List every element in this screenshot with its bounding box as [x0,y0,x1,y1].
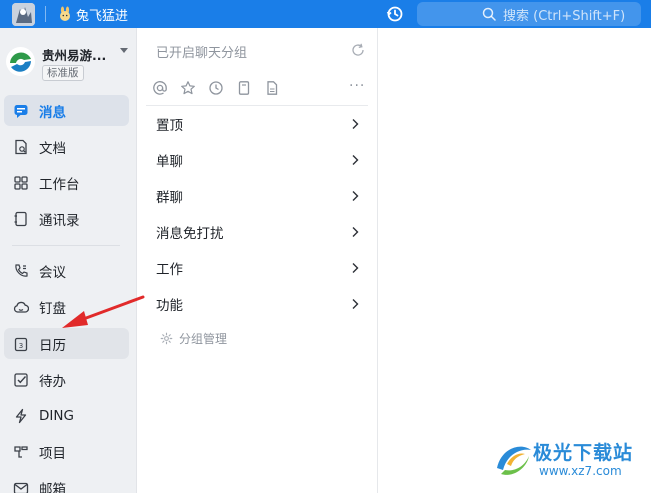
search-placeholder: 搜索 (Ctrl+Shift+F) [503,8,626,24]
group-item-function[interactable]: 功能 [138,286,374,322]
group-item-work[interactable]: 工作 [138,250,374,286]
sidebar-item-ding[interactable]: DING [4,400,129,431]
top-divider [45,6,46,22]
recent-clock-icon[interactable] [208,80,224,96]
group-label: 消息免打扰 [156,226,224,242]
chevron-right-icon [352,191,359,201]
at-mention-icon[interactable] [152,80,168,96]
chevron-right-icon [352,227,359,237]
group-label: 功能 [156,298,183,314]
group-label: 工作 [156,262,183,278]
group-manage-button[interactable]: 分组管理 [160,330,227,347]
search-icon [482,7,496,21]
ding-bolt-icon [15,408,27,423]
mail-icon [13,482,29,493]
group-item-group-chat[interactable]: 群聊 [138,178,374,214]
sidebar-item-meeting[interactable]: 会议 [4,255,129,286]
watermark-logo [497,446,531,475]
user-name: 兔飞猛进 [76,8,129,24]
app-logo[interactable] [12,3,35,26]
chevron-right-icon [352,299,359,309]
group-label: 置顶 [156,118,183,134]
calendar-icon: 3 [14,337,28,351]
star-icon[interactable] [180,80,196,96]
sidebar: 贵州易游... 标准版 消息 文档 工作台 通讯录 会议 钉盘 3 日历 待办 … [0,28,137,493]
sidebar-item-label: 项目 [39,445,66,462]
group-label: 群聊 [156,190,183,206]
group-item-pinned[interactable]: 置顶 [138,106,374,142]
bookmark-icon[interactable] [236,80,252,96]
user-profile[interactable]: 兔飞猛进 [57,4,128,24]
watermark-title: 极光下载站 [533,442,634,464]
workbench-grid-icon [14,175,28,190]
sidebar-item-label: 会议 [39,264,66,281]
group-manage-label: 分组管理 [179,332,228,346]
group-label: 单聊 [156,154,183,170]
refresh-icon[interactable] [350,42,366,58]
sidebar-item-workbench[interactable]: 工作台 [4,167,129,198]
sidebar-item-drive[interactable]: 钉盘 [4,291,129,322]
panel-title: 已开启聊天分组 [156,46,248,61]
org-switcher[interactable]: 贵州易游... 标准版 [6,44,131,84]
phone-video-icon [15,263,28,277]
file-icon[interactable] [264,80,280,96]
sidebar-item-label: 邮箱 [39,481,66,493]
more-icon[interactable]: ··· [349,78,365,94]
rabbit-avatar-icon [60,6,70,21]
sidebar-item-label: DING [39,407,74,424]
sidebar-item-docs[interactable]: 文档 [4,131,129,162]
top-bar: 兔飞猛进 搜索 (Ctrl+Shift+F) [0,0,651,28]
sidebar-item-label: 工作台 [39,176,80,193]
sidebar-item-label: 日历 [39,337,66,354]
chat-group-panel: 已开启聊天分组 ··· 置顶 单聊 群聊 消息免打扰 工作 功能 分组管理 [138,28,378,493]
chevron-right-icon [352,263,359,273]
sidebar-item-project[interactable]: 项目 [4,436,129,467]
project-icon [14,445,28,458]
org-dropdown-icon[interactable] [120,48,128,53]
sidebar-item-contacts[interactable]: 通讯录 [4,203,129,234]
history-clock-icon[interactable] [386,5,404,23]
gear-icon [160,332,173,345]
sidebar-item-mail[interactable]: 邮箱 [4,472,129,493]
search-input[interactable]: 搜索 (Ctrl+Shift+F) [417,2,641,26]
contacts-book-icon [14,211,27,226]
sidebar-item-messages[interactable]: 消息 [4,95,129,126]
document-icon [15,139,27,154]
org-name: 贵州易游... [42,48,107,63]
sidebar-divider [12,245,120,246]
sidebar-item-label: 文档 [39,140,66,157]
sidebar-item-label: 消息 [39,104,66,121]
chevron-right-icon [352,155,359,165]
org-logo [6,47,35,76]
sidebar-item-todo[interactable]: 待办 [4,364,129,395]
org-edition-badge: 标准版 [42,65,84,81]
message-icon [14,104,28,118]
svg-text:3: 3 [19,342,23,350]
filter-bar: ··· [152,78,370,98]
watermark: 极光下载站 www.xz7.com [491,436,647,484]
sidebar-item-label: 待办 [39,373,66,390]
chevron-right-icon [352,119,359,129]
todo-check-icon [14,372,28,387]
watermark-url: www.xz7.com [539,464,622,478]
group-item-single-chat[interactable]: 单聊 [138,142,374,178]
sidebar-item-label: 通讯录 [39,212,80,229]
group-item-muted[interactable]: 消息免打扰 [138,214,374,250]
sidebar-item-label: 钉盘 [39,300,66,317]
sidebar-item-calendar[interactable]: 3 日历 [4,328,129,359]
cloud-drive-icon [13,301,29,313]
